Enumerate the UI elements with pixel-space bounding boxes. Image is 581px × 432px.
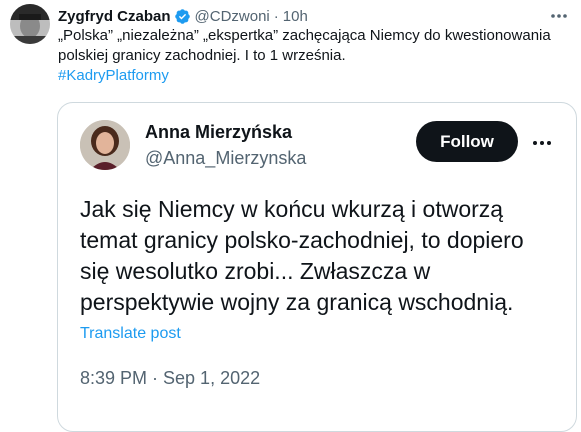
quoted-author-handle[interactable]: @Anna_Mierzynska <box>145 148 306 169</box>
verified-badge-icon <box>174 8 191 25</box>
translate-post-link[interactable]: Translate post <box>80 325 181 343</box>
quoted-tweet-timestamp[interactable]: 8:39 PM · Sep 1, 2022 <box>80 368 260 389</box>
author-handle[interactable]: @CDzwoni <box>195 8 270 25</box>
quoted-tweet-card[interactable]: Anna Mierzyńska @Anna_Mierzynska Follow … <box>57 102 577 432</box>
tweet-text: „Polska” „niezależna” „ekspertka” zachęc… <box>58 26 573 86</box>
tweet-header: Zygfryd Czaban @CDzwoni · 10h <box>58 6 541 26</box>
quoted-author-avatar[interactable] <box>80 120 130 170</box>
quoted-text-line: się wesolutko zrobi... Zwłaszcza w <box>80 258 431 284</box>
author-avatar[interactable] <box>10 4 50 44</box>
quoted-author-name[interactable]: Anna Mierzyńska <box>145 122 292 143</box>
tweet-time[interactable]: 10h <box>283 8 308 25</box>
tweet-text-line: polskiej granicy zachodniej. I to 1 wrze… <box>58 47 346 64</box>
follow-button[interactable]: Follow <box>416 121 518 162</box>
quoted-text-line: temat granicy polsko-zachodniej, to dopi… <box>80 227 524 253</box>
tweet-text-line: „Polska” „niezależna” „ekspertka” zachęc… <box>58 27 551 44</box>
hashtag-link[interactable]: #KadryPlatformy <box>58 66 573 86</box>
quoted-text-line: perspektywie wojny za granicą wschodnią. <box>80 289 514 315</box>
separator-dot: · <box>273 7 279 25</box>
quoted-text-line: Jak się Niemcy w końcu wkurzą i otworzą <box>80 196 504 222</box>
author-name[interactable]: Zygfryd Czaban <box>58 8 171 25</box>
quoted-tweet-text: Jak się Niemcy w końcu wkurzą i otworzą … <box>80 194 570 318</box>
more-dots-icon[interactable] <box>549 6 569 26</box>
more-dots-icon[interactable] <box>530 131 554 155</box>
